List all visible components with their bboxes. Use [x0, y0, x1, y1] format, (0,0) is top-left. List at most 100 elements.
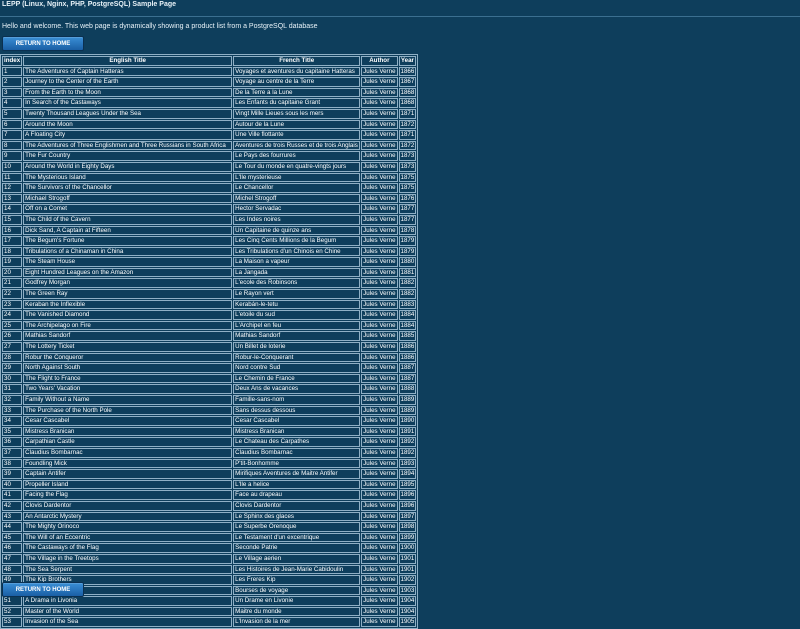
table-row: 10 Around the World in Eighty Days Le Tour… — [2, 161, 417, 172]
cell-index: 22 — [2, 289, 23, 299]
cell-index: 31 — [2, 384, 23, 394]
table-row: 20 Eight Hundred Leagues on the Amazon La … — [2, 267, 417, 278]
cell-year: 1892 — [398, 437, 417, 447]
cell-year: 1887 — [398, 373, 417, 384]
cell-english-title: North Against South — [23, 363, 233, 373]
cell-year: 1868 — [398, 98, 417, 108]
header-french-title: French Title — [233, 56, 361, 66]
cell-year: 1898 — [398, 522, 417, 532]
cell-index: 45 — [2, 532, 23, 543]
cell-index: 40 — [2, 479, 23, 490]
cell-index: 44 — [2, 522, 23, 532]
cell-french-title: Clovis Dardentor — [233, 500, 361, 511]
cell-author: Jules Verne — [361, 140, 398, 151]
cell-year: 1892 — [398, 447, 417, 458]
page-title: LEPP (Linux, Nginx, PHP, PostgreSQL) Sam… — [2, 1, 177, 8]
cell-english-title: Cesar Cascabel — [23, 416, 233, 426]
cell-french-title: Le Tour du monde en quatre-vingts jours — [233, 161, 361, 172]
table-row: 29 North Against South Nord contre Sud Jule… — [2, 363, 417, 373]
cell-english-title: Michael Strogoff — [23, 193, 233, 204]
cell-english-title: Around the Moon — [23, 119, 233, 130]
cell-french-title: L'Archipel en feu — [233, 320, 361, 331]
cell-french-title: Le Superbe Orenoque — [233, 522, 361, 532]
cell-english-title: Foundling Mick — [23, 458, 233, 469]
cell-author: Jules Verne — [361, 267, 398, 278]
cell-english-title: Around the World in Eighty Days — [23, 161, 233, 172]
cell-french-title: La Jangada — [233, 267, 361, 278]
cell-english-title: A Floating City — [23, 130, 233, 140]
table-header-row: index English Title French Title Author … — [2, 56, 417, 66]
cell-english-title: Carpathian Castle — [23, 437, 233, 447]
cell-year: 1872 — [398, 119, 417, 130]
cell-author: Jules Verne — [361, 320, 398, 331]
cell-index: 5 — [2, 108, 23, 119]
cell-author: Jules Verne — [361, 225, 398, 236]
cell-english-title: In Search of the Castaways — [23, 98, 233, 108]
table-row: 37 Claudius Bombarnac Claudius Bombarnac Ju… — [2, 447, 417, 458]
cell-year: 1901 — [398, 564, 417, 575]
table-row: 52 Master of the World Maitre du monde Jule… — [2, 606, 417, 617]
cell-french-title: L'etoile du sud — [233, 310, 361, 320]
cell-author: Jules Verne — [361, 278, 398, 289]
cell-index: 34 — [2, 416, 23, 426]
cell-french-title: Le Testament d'un excentrique — [233, 532, 361, 543]
cell-french-title: Deux Ans de vacances — [233, 384, 361, 394]
table-row: 44 The Mighty Orinoco Le Superbe Orenoque J… — [2, 522, 417, 532]
cell-year: 1866 — [398, 66, 417, 77]
cell-year: 1904 — [398, 596, 417, 606]
cell-year: 1880 — [398, 257, 417, 267]
cell-english-title: Propeller Island — [23, 479, 233, 490]
cell-index: 51 — [2, 596, 23, 606]
cell-index: 21 — [2, 278, 23, 289]
cell-english-title: Claudius Bombarnac — [23, 447, 233, 458]
table-row: 16 Dick Sand, A Captain at Fifteen Un Capi… — [2, 225, 417, 236]
table-row: 48 The Sea Serpent Les Histoires de Jean-M… — [2, 564, 417, 575]
cell-french-title: Vingt Mille Lieues sous les mers — [233, 108, 361, 119]
cell-author: Jules Verne — [361, 373, 398, 384]
table-row: 2 Journey to the Center of the Earth Voyag… — [2, 77, 417, 87]
cell-year: 1867 — [398, 77, 417, 87]
table-row: 39 Captain Antifer Mirifiques Aventures de… — [2, 469, 417, 479]
cell-index: 42 — [2, 500, 23, 511]
cell-english-title: The Will of an Eccentric — [23, 532, 233, 543]
cell-year: 1884 — [398, 320, 417, 331]
cell-english-title: Godfrey Morgan — [23, 278, 233, 289]
table-body: 1 The Adventures of Captain Hatteras Voyag… — [2, 66, 417, 628]
cell-index: 39 — [2, 469, 23, 479]
cell-index: 15 — [2, 214, 23, 225]
cell-french-title: Un Capitaine de quinze ans — [233, 225, 361, 236]
cell-french-title: Un Drame en Livonie — [233, 596, 361, 606]
cell-english-title: Two Years' Vacation — [23, 384, 233, 394]
cell-author: Jules Verne — [361, 289, 398, 299]
table-row: 25 The Archipelago on Fire L'Archipel en f… — [2, 320, 417, 331]
cell-author: Jules Verne — [361, 119, 398, 130]
cell-author: Jules Verne — [361, 183, 398, 193]
table-row: 53 Invasion of the Sea L'Invasion de la me… — [2, 617, 417, 628]
cell-index: 6 — [2, 119, 23, 130]
return-home-button-top[interactable]: RETURN TO HOME — [2, 36, 84, 51]
return-home-button-bottom[interactable]: RETURN TO HOME — [2, 582, 84, 597]
cell-french-title: Les Tribulations d'un Chinois en Chine — [233, 246, 361, 257]
cell-french-title: Mathias Sandorf — [233, 331, 361, 342]
cell-index: 10 — [2, 161, 23, 172]
cell-french-title: Maitre du monde — [233, 606, 361, 617]
cell-french-title: Famille-sans-nom — [233, 395, 361, 405]
table-row: 33 The Purchase of the North Pole Sans des… — [2, 405, 417, 416]
cell-english-title: Family Without a Name — [23, 395, 233, 405]
cell-author: Jules Verne — [361, 130, 398, 140]
table-row: 40 Propeller Island L'Ile a helice Jules Ve… — [2, 479, 417, 490]
cell-index: 14 — [2, 204, 23, 214]
cell-english-title: Off on a Comet — [23, 204, 233, 214]
cell-english-title: Captain Antifer — [23, 469, 233, 479]
header-index: index — [2, 56, 23, 66]
cell-year: 1900 — [398, 543, 417, 553]
cell-french-title: Claudius Bombarnac — [233, 447, 361, 458]
table-row: 15 The Child of the Cavern Les Indes noire… — [2, 214, 417, 225]
cell-french-title: Voyages et aventures du capitaine Hatter… — [233, 66, 361, 77]
cell-french-title: Kerabán-le-tetu — [233, 299, 361, 310]
table-row: 23 Keraban the Inflexible Kerabán-le-tetu J… — [2, 299, 417, 310]
cell-author: Jules Verne — [361, 352, 398, 363]
cell-year: 1873 — [398, 151, 417, 161]
table-row: 3 From the Earth to the Moon De la Terre a… — [2, 87, 417, 98]
cell-year: 1897 — [398, 511, 417, 522]
